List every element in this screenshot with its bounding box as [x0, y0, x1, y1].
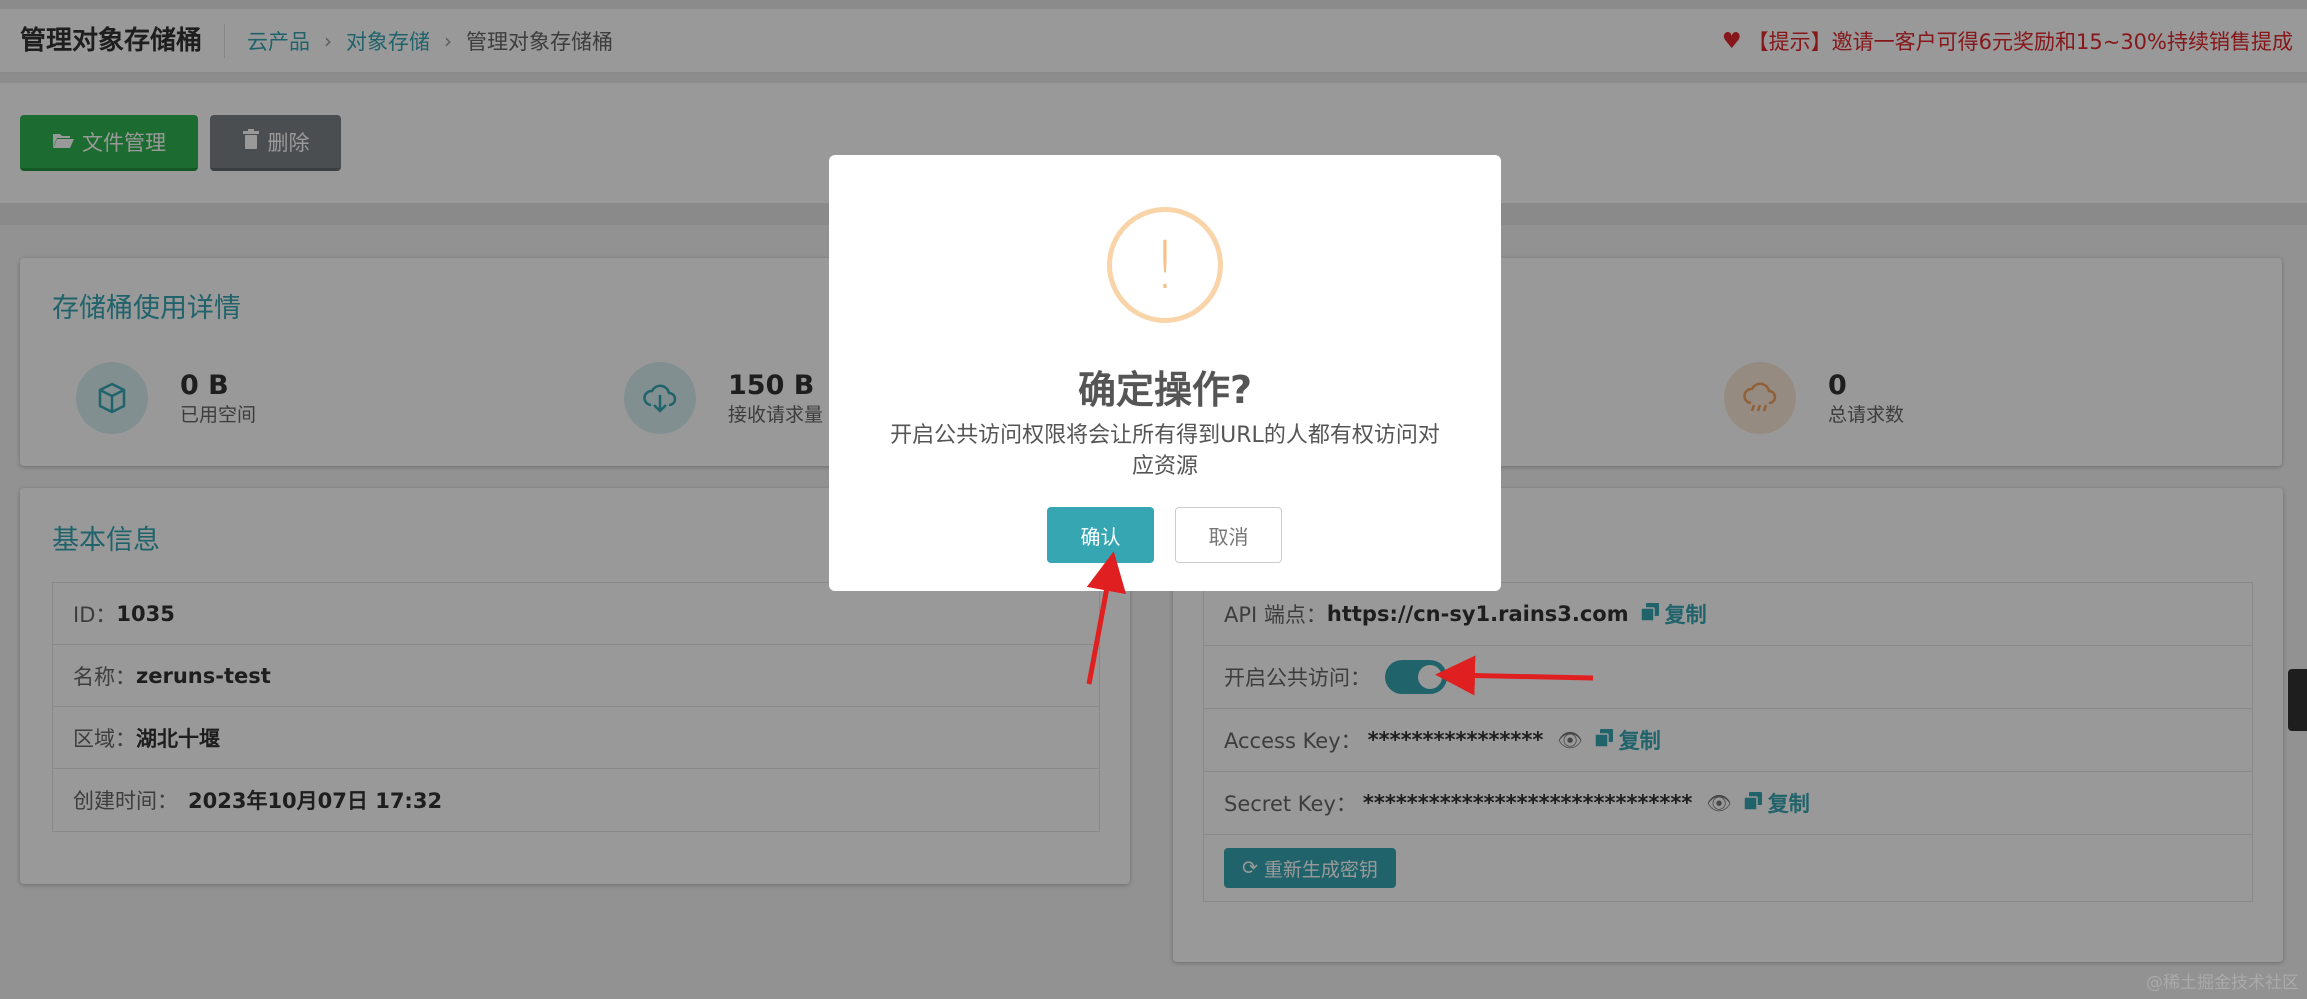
dialog-message: 开启公共访问权限将会让所有得到URL的人都有权访问对应资源	[890, 423, 1440, 479]
watermark: @稀土掘金技术社区	[2146, 973, 2299, 993]
confirm-button[interactable]: 确认	[1047, 507, 1154, 563]
cancel-button[interactable]: 取消	[1175, 507, 1282, 563]
confirm-dialog: ! 确定操作? 开启公共访问权限将会让所有得到URL的人都有权访问对应资源 确认…	[829, 155, 1501, 591]
dialog-title: 确定操作?	[1077, 368, 1253, 412]
warning-icon: !	[1107, 207, 1223, 323]
